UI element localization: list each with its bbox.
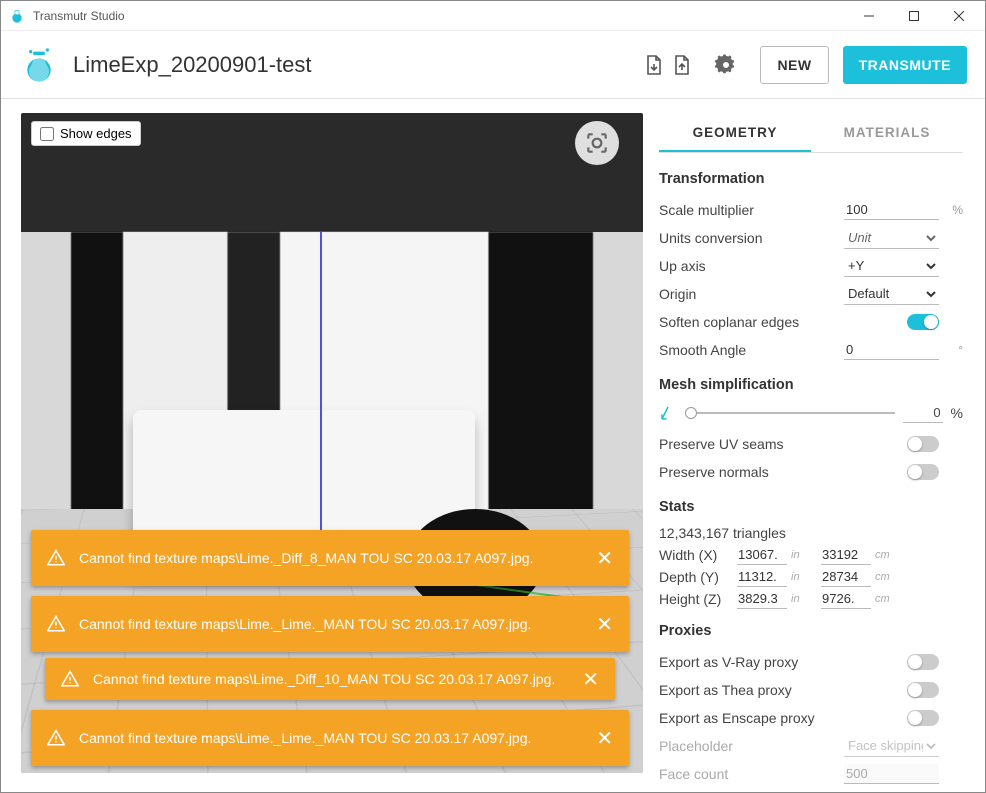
width-cm-input[interactable]: [821, 545, 871, 565]
toast-message: Cannot find texture maps\Lime._Diff_10_M…: [93, 671, 555, 687]
warning-icon: [47, 729, 65, 747]
depth-cm-input[interactable]: [821, 567, 871, 587]
focus-camera-button[interactable]: [575, 121, 619, 165]
width-label: Width (X): [659, 547, 737, 563]
window-minimize-button[interactable]: [846, 1, 891, 31]
units-conversion-label: Units conversion: [659, 230, 844, 246]
settings-icon[interactable]: [714, 53, 738, 77]
simplify-value[interactable]: 0: [903, 403, 943, 423]
show-edges-input[interactable]: [40, 127, 54, 141]
toast-close-button[interactable]: ✕: [596, 546, 613, 571]
tab-materials[interactable]: MATERIALS: [811, 115, 963, 152]
vray-proxy-label: Export as V-Ray proxy: [659, 654, 907, 670]
triangle-count: 12,343,167 triangles: [659, 525, 963, 541]
up-axis-select[interactable]: +Y: [844, 255, 939, 277]
section-stats: Stats: [659, 499, 963, 515]
soften-edges-label: Soften coplanar edges: [659, 314, 907, 330]
window-title: Transmutr Studio: [33, 9, 846, 23]
smooth-angle-input[interactable]: [844, 340, 939, 360]
app-icon: [9, 8, 25, 24]
origin-select[interactable]: Default: [844, 283, 939, 305]
warning-icon: [61, 670, 79, 688]
height-cm-input[interactable]: [821, 589, 871, 609]
transmute-button-label: TRANSMUTE: [859, 57, 951, 73]
new-button-label: NEW: [777, 57, 811, 73]
warning-icon: [47, 615, 65, 633]
window-maximize-button[interactable]: [891, 1, 936, 31]
soften-edges-toggle[interactable]: [907, 314, 939, 330]
up-axis-label: Up axis: [659, 258, 844, 274]
preserve-normals-label: Preserve normals: [659, 464, 907, 480]
warning-toast: Cannot find texture maps\Lime._Lime._MAN…: [31, 596, 629, 652]
unit-degree: °: [943, 343, 963, 357]
scale-multiplier-label: Scale multiplier: [659, 202, 844, 218]
window-titlebar: Transmutr Studio: [1, 1, 985, 31]
face-count-input: [844, 764, 939, 784]
viewport-panel: Show edges Cannot find texture maps\Lime…: [1, 99, 643, 792]
warning-toast: Cannot find texture maps\Lime._Diff_8_MA…: [31, 530, 629, 586]
placeholder-label: Placeholder: [659, 738, 844, 754]
height-label: Height (Z): [659, 591, 737, 607]
preserve-uv-toggle[interactable]: [907, 436, 939, 452]
placeholder-select: Face skipping: [844, 735, 939, 757]
toast-close-button[interactable]: ✕: [582, 667, 599, 692]
preserve-normals-toggle[interactable]: [907, 464, 939, 480]
unit-percent: %: [951, 405, 963, 421]
face-count-label: Face count: [659, 766, 844, 782]
panel-tabs: GEOMETRY MATERIALS: [659, 115, 963, 153]
section-proxies: Proxies: [659, 623, 963, 639]
warning-toast: Cannot find texture maps\Lime._Diff_10_M…: [45, 658, 615, 700]
export-file-button[interactable]: [670, 53, 694, 77]
section-transformation: Transformation: [659, 171, 963, 187]
enscape-proxy-label: Export as Enscape proxy: [659, 710, 907, 726]
units-conversion-select[interactable]: Unit: [844, 227, 939, 249]
new-button[interactable]: NEW: [760, 46, 828, 84]
depth-in-input[interactable]: [737, 567, 787, 587]
enscape-proxy-toggle[interactable]: [907, 710, 939, 726]
toast-close-button[interactable]: ✕: [596, 726, 613, 751]
app-logo-icon: [19, 45, 59, 85]
origin-label: Origin: [659, 286, 844, 302]
transmute-button[interactable]: TRANSMUTE: [843, 46, 967, 84]
height-in-input[interactable]: [737, 589, 787, 609]
toast-message: Cannot find texture maps\Lime._Diff_8_MA…: [79, 550, 533, 566]
show-edges-label: Show edges: [60, 126, 132, 141]
show-edges-checkbox[interactable]: Show edges: [31, 121, 141, 146]
import-file-button[interactable]: [642, 53, 666, 77]
simplify-slider[interactable]: [685, 412, 895, 414]
vray-proxy-toggle[interactable]: [907, 654, 939, 670]
window-close-button[interactable]: [936, 1, 981, 31]
smooth-angle-label: Smooth Angle: [659, 342, 844, 358]
warning-icon: [47, 549, 65, 567]
properties-panel: GEOMETRY MATERIALS Transformation Scale …: [643, 99, 985, 792]
scale-multiplier-input[interactable]: [844, 200, 939, 220]
width-in-input[interactable]: [737, 545, 787, 565]
tab-geometry[interactable]: GEOMETRY: [659, 115, 811, 152]
reset-slider-icon[interactable]: [659, 404, 677, 422]
app-header: LimeExp_20200901-test NEW TRANSMUTE: [1, 31, 985, 99]
thea-proxy-label: Export as Thea proxy: [659, 682, 907, 698]
section-mesh: Mesh simplification: [659, 377, 963, 393]
warning-toast: Cannot find texture maps\Lime._Lime._MAN…: [31, 710, 629, 766]
unit-percent: %: [943, 203, 963, 217]
toast-message: Cannot find texture maps\Lime._Lime._MAN…: [79, 616, 531, 632]
thea-proxy-toggle[interactable]: [907, 682, 939, 698]
project-title: LimeExp_20200901-test: [73, 52, 628, 78]
toast-message: Cannot find texture maps\Lime._Lime._MAN…: [79, 730, 531, 746]
toast-close-button[interactable]: ✕: [596, 612, 613, 637]
depth-label: Depth (Y): [659, 569, 737, 585]
preserve-uv-label: Preserve UV seams: [659, 436, 907, 452]
